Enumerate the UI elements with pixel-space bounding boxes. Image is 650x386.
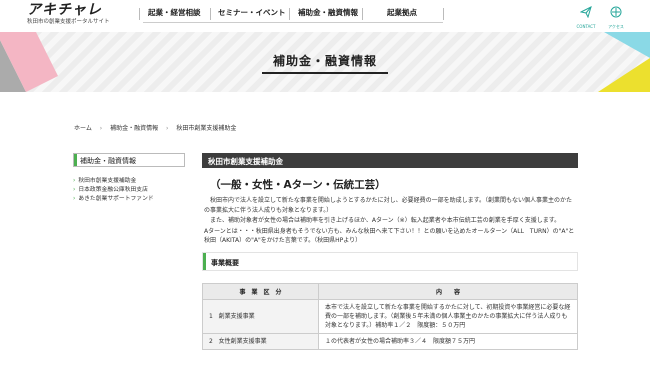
table-cell-content: １の代表者が女性の場合補助率３／４ 限度額７５万円	[318, 332, 578, 350]
row-number: 1	[209, 312, 213, 320]
paragraph: また、補助対象者が女性の場合は補助率を引き上げるほか、Aターン（※）転入起業者や…	[204, 217, 561, 224]
nav-divider	[210, 8, 211, 20]
page-banner: 補助金・融資情報	[0, 32, 650, 92]
nav-divider	[362, 8, 363, 20]
nav-item-base[interactable]: 起業拠点	[387, 8, 417, 18]
table-cell-category: 2 女性創業支援事業	[202, 332, 319, 350]
paper-plane-icon	[579, 6, 592, 19]
breadcrumb-home[interactable]: ホーム	[74, 125, 92, 132]
sidebar-heading: 補助金・融資情報	[73, 153, 185, 167]
table-row: 2 女性創業支援事業 １の代表者が女性の場合補助率３／４ 限度額７５万円	[202, 332, 578, 350]
nav-divider	[139, 8, 140, 20]
sidebar-menu: 秋田市創業支援補助金 日本政策金融公庫秋田支店 あきた創業サポートファンド	[73, 177, 188, 204]
map-pin-icon	[610, 6, 622, 18]
contact-link[interactable]: CONTACT	[573, 3, 599, 29]
table-row: 1 創業支援事業 本市で法人を設立して新たな事業を開始するかたに対して、初期投資…	[202, 298, 578, 334]
breadcrumb-separator: ›	[166, 125, 169, 132]
overview-table: 事 業 区 分 内 容 1 創業支援事業 本市で法人を設立して新たな事業を開始す…	[202, 282, 578, 350]
sidebar-item-support-fund[interactable]: あきた創業サポートファンド	[73, 195, 188, 204]
nav-divider	[443, 8, 444, 20]
nav-item-subsidy[interactable]: 補助金・融資情報	[298, 8, 358, 18]
paragraph: 秋田市内で法人を設立して新たな事業を開始しようとするかたに対し、必要経費の一部を…	[204, 197, 573, 214]
row-number: 2	[209, 337, 213, 345]
sidebar-item-jfc-akita[interactable]: 日本政策金融公庫秋田支店	[73, 186, 188, 195]
paragraph: Aターンとは・・・秋田県出身者もそうでない方も、みんな秋田へ来て下さい！！との願…	[204, 227, 575, 245]
article-heading: 秋田市創業支援補助金	[202, 153, 578, 168]
sidebar-heading-text: 補助金・融資情報	[80, 157, 136, 165]
column-header: 事 業 区 分	[202, 282, 319, 300]
nav-item-seminar[interactable]: セミナー・イベント	[218, 8, 286, 18]
article-subtitle: （一般・女性・Aターン・伝統工芸）	[210, 179, 386, 191]
section-accent-bar	[203, 252, 206, 270]
breadcrumb: ホーム › 補助金・融資情報 › 秋田市創業支援補助金	[74, 123, 242, 132]
breadcrumb-separator: ›	[99, 125, 103, 132]
breadcrumb-current: 秋田市創業支援補助金	[176, 125, 237, 132]
heading-accent-bar	[74, 154, 77, 166]
nav-item-consultation[interactable]: 起業・経営相談	[148, 8, 201, 18]
title-underline	[262, 72, 388, 74]
sidebar-item-akita-subsidy[interactable]: 秋田市創業支援補助金	[73, 177, 188, 186]
global-nav: 起業・経営相談 セミナー・イベント 補助金・融資情報 起業拠点	[0, 8, 650, 23]
section-heading: 事業概要	[202, 251, 578, 271]
contact-label: CONTACT	[576, 24, 596, 29]
table-cell-content: 本市で法人を設立して新たな事業を開始するかたに対して、初期投資や事業経営に必要な…	[318, 298, 578, 334]
row-name: 創業支援事業	[218, 312, 255, 320]
access-link[interactable]: アクセス	[603, 3, 629, 29]
main-content: 秋田市創業支援補助金 （一般・女性・Aターン・伝統工芸） 秋田市内で法人を設立し…	[202, 153, 578, 350]
access-label: アクセス	[608, 24, 624, 29]
table-cell-category: 1 創業支援事業	[202, 298, 319, 334]
row-name: 女性創業支援事業	[218, 337, 267, 345]
section-title: 事業概要	[211, 258, 239, 267]
nav-divider	[289, 8, 290, 20]
nav-underline	[143, 22, 443, 23]
table-header-row: 事 業 区 分 内 容	[202, 282, 578, 300]
breadcrumb-subsidy[interactable]: 補助金・融資情報	[110, 125, 158, 132]
column-header: 内 容	[318, 282, 578, 300]
article-body: 秋田市内で法人を設立して新たな事業を開始しようとするかたに対し、必要経費の一部を…	[202, 196, 578, 246]
site-header: アキチャレ 秋田市の創業支援ポータルサイト 起業・経営相談 セミナー・イベント …	[0, 0, 650, 32]
page-title: 補助金・融資情報	[272, 54, 377, 68]
